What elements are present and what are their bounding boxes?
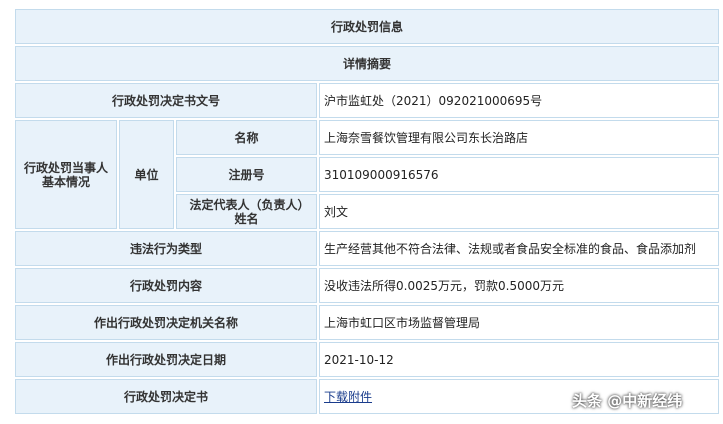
legal-rep-label-text: 法定代表人（负责人）姓名 xyxy=(189,197,304,226)
table-row: 行政处罚当事人基本情况 单位 名称 上海奈雪餐饮管理有限公司东长治路店 xyxy=(15,120,720,229)
table-row: 行政处罚内容 没收违法所得0.0025万元，罚款0.5000万元 xyxy=(15,268,720,303)
penalty-content-value: 没收违法所得0.0025万元，罚款0.5000万元 xyxy=(319,268,720,303)
violation-type-label: 违法行为类型 xyxy=(15,231,317,266)
table-subtitle: 详情摘要 xyxy=(15,46,720,81)
watermark: 头条 @中新经纬 xyxy=(572,392,683,410)
table-row: 作出行政处罚决定日期 2021-10-12 xyxy=(15,342,720,377)
legal-rep-value: 刘文 xyxy=(319,194,720,229)
party-label-text: 行政处罚当事人基本情况 xyxy=(23,160,108,189)
penalty-info-table: 行政处罚信息 详情摘要 行政处罚决定书文号 沪市监虹处（2021）0920210… xyxy=(13,7,721,416)
violation-type-value: 生产经营其他不符合法律、法规或者食品安全标准的食品、食品添加剂 xyxy=(319,231,720,266)
unit-label: 单位 xyxy=(119,120,174,229)
authority-label: 作出行政处罚决定机关名称 xyxy=(15,305,317,340)
table-title: 行政处罚信息 xyxy=(15,9,720,44)
name-label: 名称 xyxy=(176,120,317,155)
table-row: 行政处罚决定书文号 沪市监虹处（2021）092021000695号 xyxy=(15,83,720,118)
authority-value: 上海市虹口区市场监督管理局 xyxy=(319,305,720,340)
reg-no-label: 注册号 xyxy=(176,157,317,192)
decision-date-value: 2021-10-12 xyxy=(319,342,720,377)
decision-date-label: 作出行政处罚决定日期 xyxy=(15,342,317,377)
reg-no-value: 310109000916576 xyxy=(319,157,720,192)
decision-doc-label: 行政处罚决定书 xyxy=(15,379,317,414)
table-row: 作出行政处罚决定机关名称 上海市虹口区市场监督管理局 xyxy=(15,305,720,340)
legal-rep-label: 法定代表人（负责人）姓名 xyxy=(176,194,317,229)
penalty-content-label: 行政处罚内容 xyxy=(15,268,317,303)
name-value: 上海奈雪餐饮管理有限公司东长治路店 xyxy=(319,120,720,155)
decision-no-label: 行政处罚决定书文号 xyxy=(15,83,317,118)
party-label: 行政处罚当事人基本情况 xyxy=(15,120,117,229)
decision-no-value: 沪市监虹处（2021）092021000695号 xyxy=(319,83,720,118)
table-row: 违法行为类型 生产经营其他不符合法律、法规或者食品安全标准的食品、食品添加剂 xyxy=(15,231,720,266)
download-attachment-link[interactable]: 下载附件 xyxy=(324,390,372,404)
